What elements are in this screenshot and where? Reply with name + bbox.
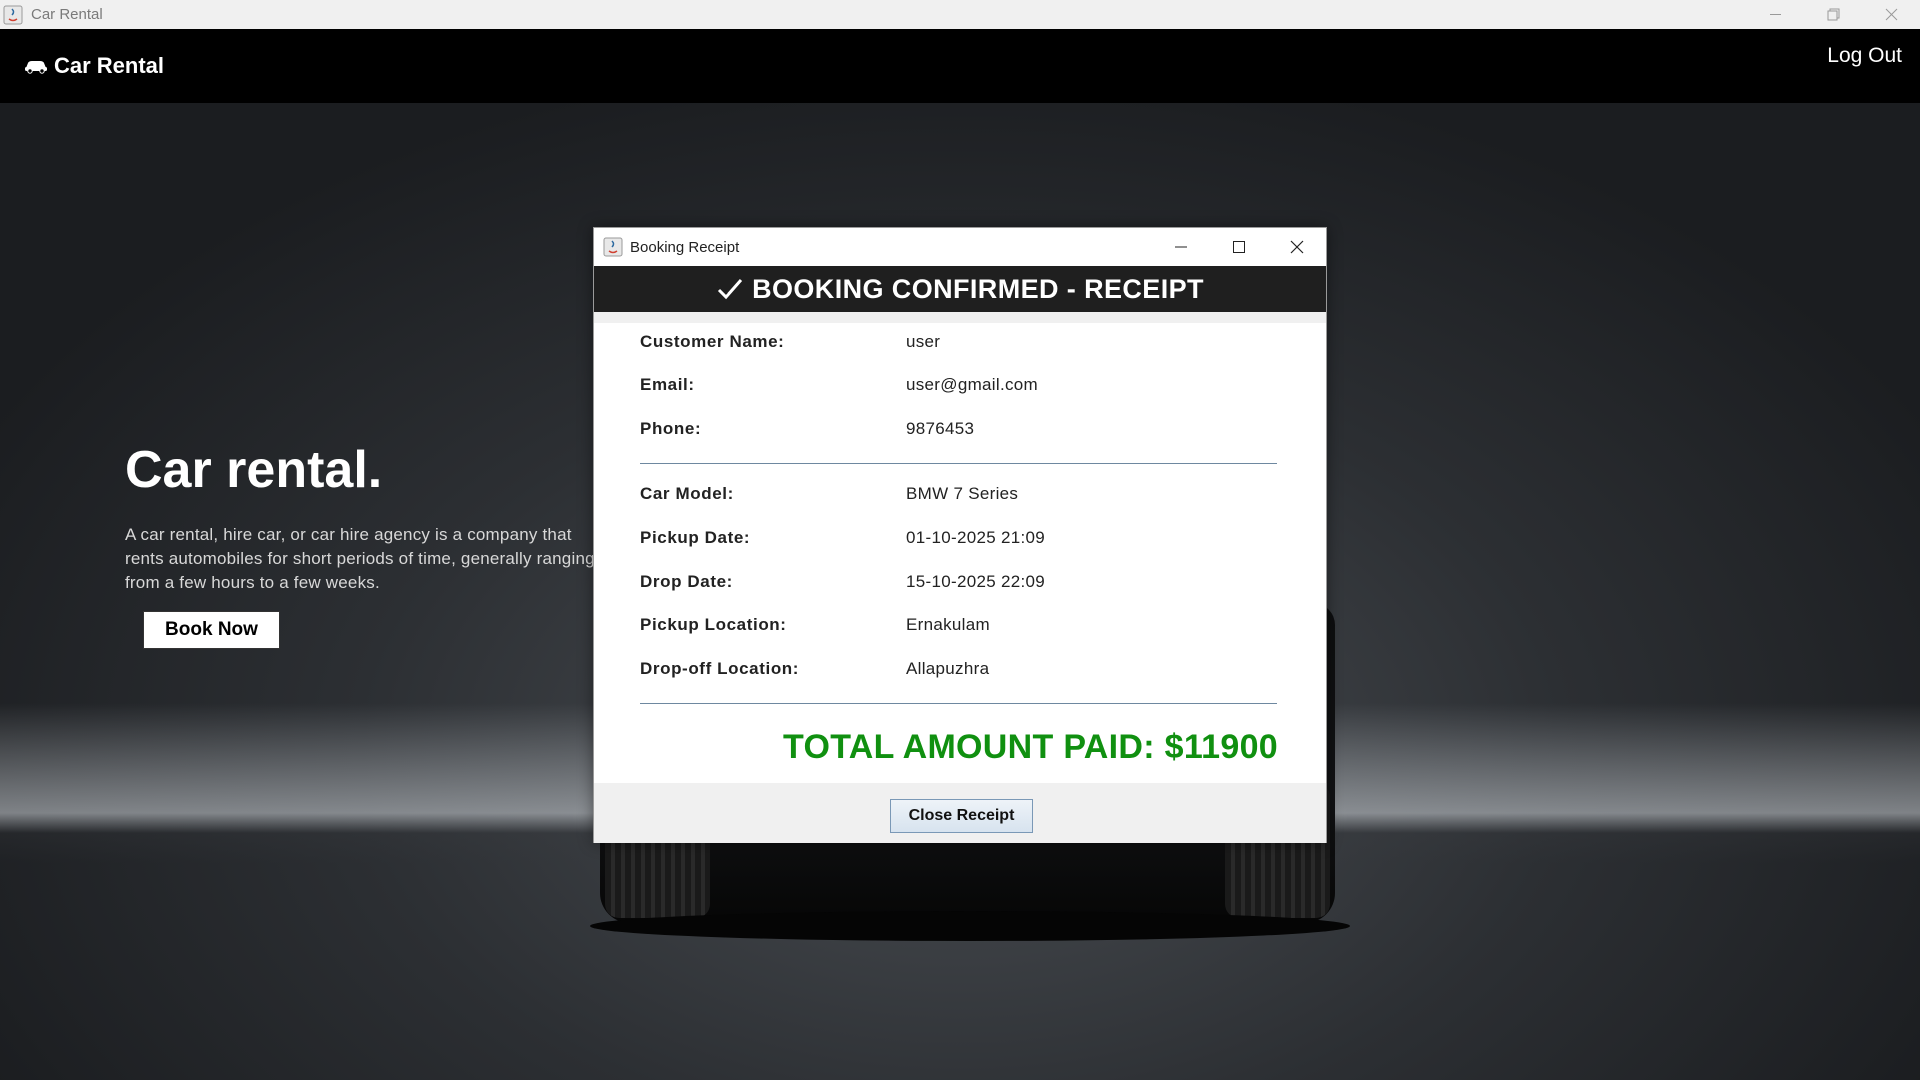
pickup-date-row: Pickup Date: 01-10-2025 21:09 [640,528,1280,552]
dialog-minimize-button[interactable] [1152,228,1210,266]
receipt-header: BOOKING CONFIRMED - RECEIPT [594,266,1326,312]
hero-title: Car rental. [125,441,383,499]
field-label: Pickup Date: [640,528,751,547]
booking-receipt-dialog: Booking Receipt BOOKING CONFIRMED - RECE… [593,227,1327,843]
minimize-icon [1175,246,1187,248]
close-icon [1885,8,1897,21]
field-label: Customer Name: [640,332,785,351]
maximize-icon [1233,241,1245,253]
restore-icon [1827,8,1839,21]
car-model-row: Car Model: BMW 7 Series [640,484,1280,508]
receipt-header-title: BOOKING CONFIRMED - RECEIPT [752,273,1204,304]
phone-row: Phone: 9876453 [640,419,1280,443]
receipt-body: Customer Name: user Email: user@gmail.co… [594,323,1326,783]
field-value: 01-10-2025 21:09 [906,528,1046,547]
field-value: 9876453 [906,419,975,438]
car-shadow [590,911,1350,941]
field-label: Phone: [640,419,702,438]
field-label: Pickup Location: [640,615,787,634]
close-icon [1290,240,1304,254]
logout-link[interactable]: Log Out [1827,44,1902,68]
close-receipt-button[interactable]: Close Receipt [890,799,1033,833]
window-close-button[interactable] [1862,0,1920,29]
field-value: user [906,332,941,351]
separator [640,463,1277,464]
minimize-icon [1769,14,1781,15]
brand-name: Car Rental [54,53,165,78]
email-row: Email: user@gmail.com [640,375,1280,399]
minimize-button[interactable] [1746,0,1804,29]
customer-name-row: Customer Name: user [640,332,1280,356]
dialog-close-button[interactable] [1268,228,1326,266]
java-app-icon [603,237,623,257]
field-label: Drop Date: [640,572,733,591]
drop-date-row: Drop Date: 15-10-2025 22:09 [640,572,1280,596]
field-label: Email: [640,375,695,394]
separator [640,703,1277,704]
dialog-titlebar: Booking Receipt [594,228,1326,266]
check-icon [718,279,743,300]
dialog-footer: Close Receipt [594,783,1326,843]
hero-description: A car rental, hire car, or car hire agen… [125,525,595,592]
field-value: 15-10-2025 22:09 [906,572,1046,591]
dialog-title: Booking Receipt [630,238,740,256]
restore-button[interactable] [1804,0,1862,29]
field-label: Car Model: [640,484,734,503]
field-value: Allapuzhra [906,659,990,678]
java-app-icon [3,5,23,25]
car-icon [25,61,47,74]
dropoff-location-row: Drop-off Location: Allapuzhra [640,659,1280,683]
field-value: user@gmail.com [906,375,1038,394]
field-value: BMW 7 Series [906,484,1019,503]
field-value: Ernakulam [906,615,990,634]
window-title: Car Rental [31,6,103,23]
dialog-maximize-button[interactable] [1210,228,1268,266]
window-titlebar: Car Rental [0,0,1920,29]
total-amount: TOTAL AMOUNT PAID: $11900 [783,728,1278,766]
brand: Car Rental [24,53,164,79]
book-now-button[interactable]: Book Now [143,611,280,649]
field-label: Drop-off Location: [640,659,800,678]
pickup-location-row: Pickup Location: Ernakulam [640,615,1280,639]
top-nav-bar: Car Rental Log Out [0,29,1920,103]
